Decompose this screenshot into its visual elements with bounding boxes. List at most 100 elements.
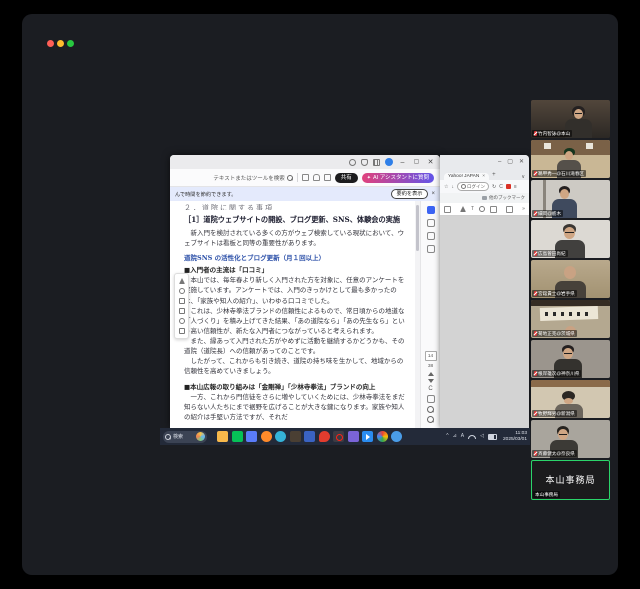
eraser-icon[interactable] [179, 328, 185, 334]
more-tools-icon[interactable]: » [522, 206, 525, 212]
ime-icon[interactable]: A [461, 434, 464, 439]
firefox-icon[interactable] [261, 431, 272, 442]
save-icon[interactable] [302, 174, 309, 181]
acrobat-right-rail: 14 38 C [420, 201, 440, 428]
zoom-in-icon[interactable] [427, 406, 434, 413]
participant-tile[interactable]: 竹内智詠@本山 [531, 100, 610, 138]
tab-close-icon[interactable]: × [482, 174, 485, 179]
show-summary-button[interactable]: 要約を表示 [391, 189, 429, 199]
ai-panel-icon[interactable] [427, 206, 435, 214]
print-icon[interactable] [324, 174, 331, 181]
bell-icon[interactable] [361, 159, 368, 166]
browser-window: – ▢ ✕ Yahoo! JAPAN × + ∨ ☆ ↓ ログイン ↻ [440, 155, 529, 428]
new-tab-button[interactable]: + [492, 170, 496, 180]
app-blue-icon[interactable] [304, 431, 315, 442]
participant-tile[interactable]: 鵜甲秀一@石川滝春区 [531, 140, 610, 178]
c-badge-icon[interactable]: C [499, 184, 503, 190]
select-tool-icon[interactable] [179, 278, 185, 284]
participant-display-name: 本山事務局 [532, 473, 609, 486]
tab-yahoo-japan[interactable]: Yahoo! JAPAN × [444, 173, 489, 180]
close-traffic-light[interactable] [47, 40, 54, 47]
participant-tile[interactable]: 細岡@栃木 [531, 180, 610, 218]
tools-icon[interactable] [427, 219, 435, 227]
extension-icon[interactable] [506, 184, 511, 189]
divider [297, 173, 298, 182]
minimize-button[interactable]: – [498, 159, 501, 165]
wifi-icon[interactable] [468, 435, 476, 439]
pages-copy-icon[interactable] [427, 245, 435, 253]
media-player-icon[interactable] [362, 431, 373, 442]
participant-tile-active-speaker[interactable]: 本山事務局 本山事務局 [531, 460, 610, 500]
maximize-button[interactable]: ▢ [412, 159, 421, 166]
image-icon[interactable] [490, 206, 497, 213]
close-button[interactable]: ✕ [426, 159, 435, 166]
battery-icon[interactable] [488, 434, 497, 440]
highlighter-icon[interactable] [479, 206, 485, 212]
chevron-up-icon[interactable]: ^ [446, 434, 448, 439]
share-button[interactable]: 共有 [335, 173, 358, 183]
apps-grid-icon[interactable] [373, 159, 380, 166]
edge-icon[interactable] [275, 431, 286, 442]
volume-icon[interactable]: ◁ [480, 434, 484, 439]
favorite-star-icon[interactable]: ☆ [444, 184, 448, 190]
fit-page-icon[interactable] [427, 395, 435, 403]
copilot-icon[interactable] [391, 431, 402, 442]
print-icon[interactable] [506, 206, 513, 213]
participant-tile[interactable]: 根岸雄次@神奈川県 [531, 340, 610, 378]
page-number-input[interactable]: 14 [425, 351, 437, 361]
fullscreen-traffic-light[interactable] [67, 40, 74, 47]
doc-subheading-bold: ■本山広報の取り組みは「金剛禅」「少林寺拳法」ブランドの向上 [184, 382, 407, 392]
ai-assistant-button[interactable]: ✦ AI アシスタントに質問 [362, 173, 434, 183]
minimize-traffic-light[interactable] [57, 40, 64, 47]
close-button[interactable]: ✕ [519, 158, 524, 165]
refresh-icon[interactable]: ↻ [492, 184, 496, 190]
participant-tile[interactable]: 牧野輝男@新潟県 [531, 380, 610, 418]
text-tool-icon[interactable]: T [471, 206, 474, 212]
globe-icon[interactable] [349, 159, 356, 166]
refresh-icon[interactable]: C [428, 386, 432, 392]
messenger-app-icon[interactable] [246, 431, 257, 442]
participant-tile[interactable]: 宮舘貴士@岩手県 [531, 260, 610, 298]
line-app-icon[interactable] [232, 431, 243, 442]
comment-icon[interactable] [444, 206, 451, 213]
taskbar-clock[interactable]: 11:03 2025/03/01 [503, 431, 527, 443]
app-brown-icon[interactable] [290, 431, 301, 442]
pdf-document-pane[interactable]: ２．道院に関する事項 ［1］道院ウェブサイトの開設、ブログ更新、SNS、体験会の… [170, 201, 415, 428]
bookmark-flag-icon[interactable] [427, 232, 435, 240]
file-explorer-icon[interactable] [217, 431, 228, 442]
participant-tile[interactable]: 菊地正克@茨城県 [531, 300, 610, 338]
minimize-button[interactable]: – [398, 159, 407, 166]
hand-tool-icon[interactable] [179, 288, 185, 294]
participant-tile[interactable]: 斉藤健太@奈良県 [531, 420, 610, 458]
taskbar-search-box[interactable]: 検索 [163, 431, 207, 443]
pen-icon[interactable] [179, 318, 185, 324]
acrobat-icon[interactable] [333, 431, 344, 442]
browser-content-area[interactable] [440, 216, 529, 428]
login-button[interactable]: ログイン [457, 182, 489, 191]
account-avatar[interactable] [385, 158, 393, 166]
participant-tile[interactable]: 広島曽田尚紀 [531, 220, 610, 258]
windows-taskbar: 検索 ^ ⊿ A [160, 428, 530, 445]
page-down-icon[interactable] [428, 379, 434, 383]
download-icon[interactable]: ↓ [451, 184, 454, 190]
banner-close-icon[interactable]: × [431, 191, 435, 197]
tab-search-caret-icon[interactable]: ∨ [521, 174, 525, 180]
sticky-note-icon[interactable] [179, 298, 185, 304]
teams-icon[interactable] [348, 431, 359, 442]
cloud-icon[interactable] [313, 174, 320, 181]
page-up-icon[interactable] [428, 372, 434, 376]
other-bookmarks-label[interactable]: 他のブックマーク [489, 195, 525, 201]
weather-widget-icon[interactable] [196, 432, 205, 441]
maximize-button[interactable]: ▢ [507, 158, 513, 165]
highlight-icon[interactable] [179, 308, 185, 314]
chrome-icon[interactable] [377, 431, 388, 442]
network-icon[interactable]: ⊿ [453, 434, 457, 439]
menu-icon[interactable]: ≡ [514, 184, 517, 190]
scrollbar-thumb[interactable] [416, 205, 419, 251]
browser-tab-bar: Yahoo! JAPAN × + ∨ [440, 168, 529, 180]
search-input[interactable]: テキストまたはツールを検索 [213, 174, 292, 182]
document-scrollbar[interactable] [415, 201, 420, 428]
draw-icon[interactable] [460, 206, 466, 212]
opera-icon[interactable] [319, 431, 330, 442]
zoom-out-icon[interactable] [427, 416, 434, 423]
